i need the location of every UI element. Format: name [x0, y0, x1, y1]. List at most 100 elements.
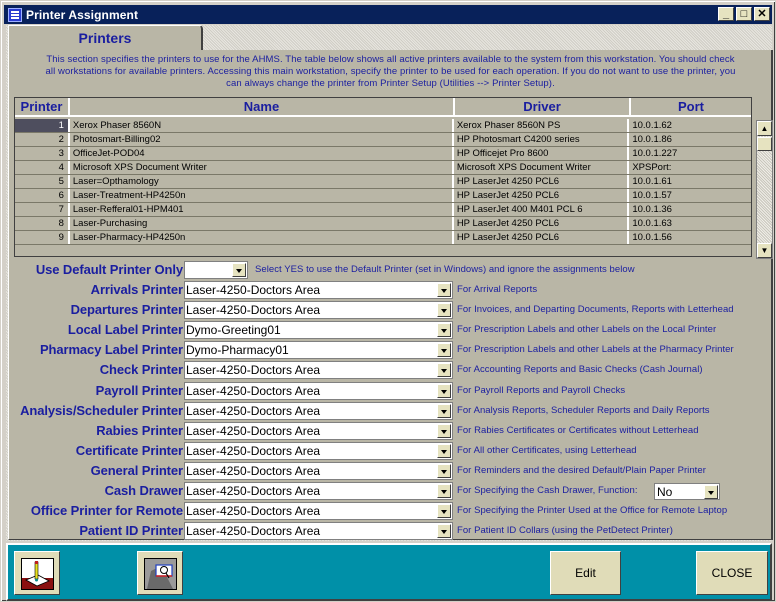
minimize-button[interactable]: _ — [718, 7, 734, 21]
close-window-button[interactable]: ✕ — [754, 7, 770, 21]
tab-printers[interactable]: Printers — [8, 25, 203, 51]
column-header-name[interactable]: Name — [70, 98, 455, 117]
rabies-printer-select[interactable]: Laser-4250-Doctors Area — [184, 421, 453, 440]
search-button[interactable] — [137, 551, 183, 595]
scroll-down-arrow-icon[interactable]: ▼ — [757, 243, 772, 258]
printer-port-cell[interactable]: 10.0.1.63 — [629, 217, 751, 230]
printer-number-cell[interactable]: 2 — [15, 133, 70, 146]
table-row[interactable]: 4 Microsoft XPS Document Writer Microsoft … — [15, 161, 751, 175]
chevron-down-icon[interactable] — [437, 283, 451, 297]
chevron-down-icon[interactable] — [437, 383, 451, 398]
printer-name-cell[interactable]: Laser=Opthamology — [70, 175, 454, 188]
table-row[interactable]: 5 Laser=Opthamology HP LaserJet 4250 PCL6 1… — [15, 175, 751, 189]
chevron-down-icon[interactable] — [437, 484, 451, 498]
printer-driver-cell[interactable]: HP Officejet Pro 8600 — [454, 147, 630, 160]
table-row[interactable]: 6 Laser-Treatment-HP4250n HP LaserJet 4250… — [15, 189, 751, 203]
app-menu-icon[interactable] — [8, 7, 22, 22]
cash-drawer-function-value: No — [657, 485, 673, 499]
default-printer-select[interactable] — [184, 261, 248, 279]
printer-driver-cell[interactable]: Xerox Phaser 8560N PS — [454, 119, 630, 132]
office-printer-for-remote-select[interactable]: Laser-4250-Doctors Area — [184, 502, 453, 521]
cash-drawer-function-select[interactable]: No — [654, 483, 720, 500]
printer-driver-cell[interactable]: Microsoft XPS Document Writer — [454, 161, 630, 174]
printer-driver-cell[interactable]: HP LaserJet 4250 PCL6 — [454, 231, 630, 244]
printer-name-cell[interactable]: Laser-Treatment-HP4250n — [70, 189, 454, 202]
chevron-down-icon[interactable] — [437, 403, 451, 418]
table-row[interactable]: 9 Laser-Pharmacy-HP4250n HP LaserJet 4250 … — [15, 231, 751, 245]
check-printer-select[interactable]: Laser-4250-Doctors Area — [184, 361, 453, 380]
table-row[interactable]: 3 OfficeJet-POD04 HP Officejet Pro 8600 10.… — [15, 147, 751, 161]
printer-name-cell[interactable]: Laser-Pharmacy-HP4250n — [70, 231, 454, 244]
printer-name-cell[interactable]: Laser-Refferal01-HPM401 — [70, 203, 454, 216]
chevron-down-icon[interactable] — [437, 443, 451, 458]
printer-port-cell[interactable]: 10.0.1.62 — [629, 119, 751, 132]
title-bar[interactable]: Printer Assignment _ □ ✕ — [4, 5, 772, 24]
chevron-down-icon[interactable] — [437, 323, 451, 338]
printer-port-cell[interactable]: 10.0.1.61 — [629, 175, 751, 188]
edit-button[interactable]: Edit — [550, 551, 621, 595]
chevron-down-icon[interactable] — [437, 363, 451, 378]
table-scrollbar[interactable]: ▲ ▼ — [756, 120, 773, 259]
printer-number-cell[interactable]: 3 — [15, 147, 70, 160]
intro-line: all workstations for available printers.… — [45, 66, 736, 77]
pharmacy-label-printer-select[interactable]: Dymo-Pharmacy01 — [184, 341, 453, 360]
printer-port-cell[interactable]: 10.0.1.227 — [629, 147, 751, 160]
printer-name-cell[interactable]: Xerox Phaser 8560N — [70, 119, 454, 132]
analysis-scheduler-printer-select[interactable]: Laser-4250-Doctors Area — [184, 401, 453, 420]
printer-name-cell[interactable]: Photosmart-Billing02 — [70, 133, 454, 146]
chevron-down-icon[interactable] — [437, 463, 451, 478]
printer-name-cell[interactable]: Laser-Purchasing — [70, 217, 454, 230]
payroll-printer-select[interactable]: Laser-4250-Doctors Area — [184, 381, 453, 400]
chevron-down-icon[interactable] — [437, 423, 451, 438]
table-row[interactable]: 1 Xerox Phaser 8560N Xerox Phaser 8560N PS… — [15, 119, 751, 133]
column-header-printer[interactable]: Printer — [15, 98, 70, 117]
patient-id-printer-select[interactable]: Laser-4250-Doctors Area — [184, 522, 453, 541]
chevron-down-icon[interactable] — [437, 504, 451, 519]
printer-number-cell[interactable]: 8 — [15, 217, 70, 230]
scroll-up-arrow-icon[interactable]: ▲ — [757, 121, 772, 136]
general-printer-select[interactable]: Laser-4250-Doctors Area — [184, 461, 453, 480]
printer-driver-cell[interactable]: HP LaserJet 4250 PCL6 — [454, 217, 630, 230]
printer-port-cell[interactable]: XPSPort: — [629, 161, 751, 174]
printer-driver-cell[interactable]: HP LaserJet 4250 PCL6 — [454, 175, 630, 188]
printer-driver-cell[interactable]: HP LaserJet 4250 PCL6 — [454, 189, 630, 202]
local-label-printer-select[interactable]: Dymo-Greeting01 — [184, 321, 453, 340]
column-header-port[interactable]: Port — [631, 98, 751, 117]
printer-port-cell[interactable]: 10.0.1.56 — [629, 231, 751, 244]
chevron-down-icon[interactable] — [437, 303, 451, 318]
printer-port-cell[interactable]: 10.0.1.57 — [629, 189, 751, 202]
general-printer-value: Laser-4250-Doctors Area — [186, 463, 321, 478]
payroll-printer-description: For Payroll Reports and Payroll Checks — [457, 384, 626, 396]
chevron-down-icon[interactable] — [437, 524, 451, 539]
scroll-thumb[interactable] — [757, 137, 772, 151]
patient-id-printer-row: Patient ID Printer Laser-4250-Doctors Are… — [9, 521, 772, 541]
arrivals-printer-select[interactable]: Laser-4250-Doctors Area — [184, 281, 453, 299]
printer-name-cell[interactable]: OfficeJet-POD04 — [70, 147, 454, 160]
printer-driver-cell[interactable]: HP LaserJet 400 M401 PCL 6 — [454, 203, 630, 216]
close-button[interactable]: CLOSE — [696, 551, 768, 595]
column-header-driver[interactable]: Driver — [455, 98, 631, 117]
printer-port-cell[interactable]: 10.0.1.36 — [629, 203, 751, 216]
cash-drawer-select[interactable]: Laser-4250-Doctors Area — [184, 482, 453, 500]
printer-number-cell[interactable]: 9 — [15, 231, 70, 244]
departures-printer-select[interactable]: Laser-4250-Doctors Area — [184, 301, 453, 320]
printer-port-cell[interactable]: 10.0.1.86 — [629, 133, 751, 146]
table-row[interactable]: 7 Laser-Refferal01-HPM401 HP LaserJet 400 … — [15, 203, 751, 217]
table-row[interactable]: 2 Photosmart-Billing02 HP Photosmart C4200… — [15, 133, 751, 147]
printer-number-cell[interactable]: 4 — [15, 161, 70, 174]
certificate-printer-select[interactable]: Laser-4250-Doctors Area — [184, 441, 453, 460]
printer-number-cell[interactable]: 5 — [15, 175, 70, 188]
maximize-button[interactable]: □ — [736, 7, 752, 21]
printer-number-cell[interactable]: 1 — [15, 119, 70, 132]
chevron-down-icon[interactable] — [704, 485, 718, 499]
printer-name-cell[interactable]: Microsoft XPS Document Writer — [70, 161, 454, 174]
certificate-printer-row: Certificate Printer Laser-4250-Doctors Ar… — [9, 441, 772, 461]
chevron-down-icon[interactable] — [232, 263, 246, 277]
table-row[interactable]: 8 Laser-Purchasing HP LaserJet 4250 PCL6 10… — [15, 217, 751, 231]
printer-number-cell[interactable]: 6 — [15, 189, 70, 202]
departures-printer-label: Departures Printer — [70, 302, 183, 318]
printer-driver-cell[interactable]: HP Photosmart C4200 series — [454, 133, 630, 146]
chevron-down-icon[interactable] — [437, 343, 451, 358]
printer-number-cell[interactable]: 7 — [15, 203, 70, 216]
edit-document-button[interactable] — [14, 551, 60, 595]
